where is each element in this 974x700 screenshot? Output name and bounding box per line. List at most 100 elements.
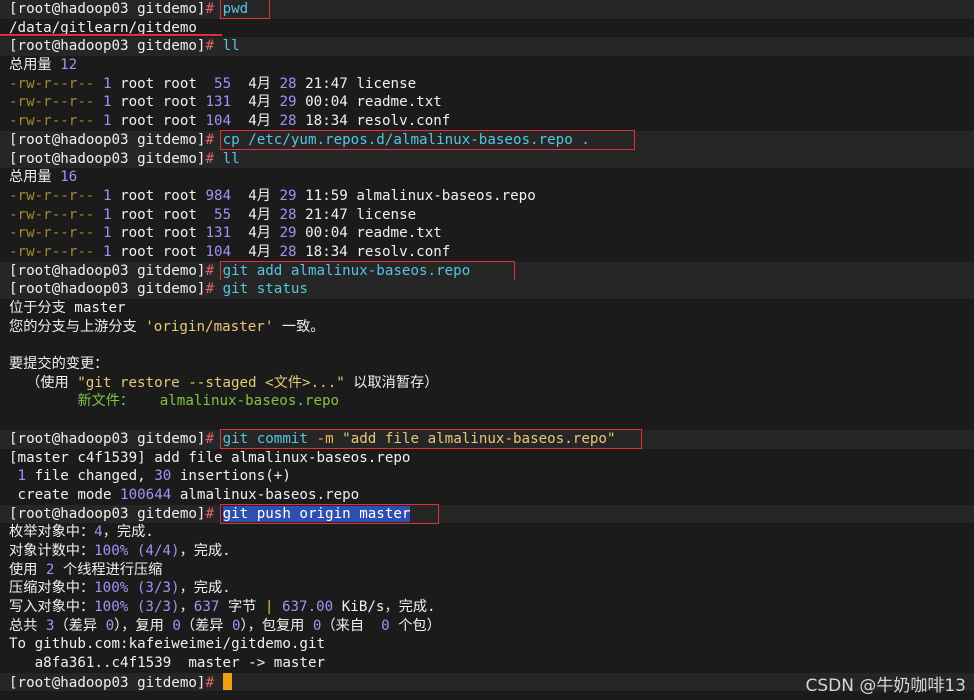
file-size: 104: [205, 113, 232, 130]
file-links: 1: [102, 225, 112, 242]
terminal-line: [root@hadoop03 gitdemo]# git status: [0, 280, 974, 299]
output-text: create mode: [9, 486, 121, 503]
output-text: 您的分支与上游分支: [9, 318, 146, 335]
terminal[interactable]: [root@hadoop03 gitdemo]# pwd/data/gitlea…: [0, 0, 974, 692]
red-highlight-box: [220, 503, 439, 524]
file-name: almalinux-baseos.repo: [356, 187, 536, 204]
output-text: file changed,: [26, 468, 155, 485]
number: 100%: [94, 599, 129, 615]
file-name: readme.txt: [356, 225, 442, 242]
output-text: ），复用: [114, 617, 173, 634]
file-month: 4月: [248, 243, 271, 260]
shell-prompt: [root@hadoop03 gitdemo]: [9, 150, 206, 167]
command-text: git status: [222, 281, 308, 298]
prompt-hash: #: [205, 150, 215, 167]
number: 100%: [94, 542, 129, 559]
file-day: 29: [279, 94, 297, 111]
file-size: 55: [205, 75, 232, 92]
file-links: 1: [102, 94, 112, 111]
file-day: 29: [279, 225, 297, 242]
file-month: 4月: [248, 225, 271, 242]
file-owner: root root: [120, 94, 197, 111]
terminal-line: -rw-r--r-- 1 root root 55 4月 28 21:47 li…: [0, 75, 974, 94]
output-text: ，: [179, 599, 194, 615]
terminal-line: 使用 2 个线程进行压缩: [0, 561, 974, 580]
terminal-line: To github.com:kafeiweimei/gitdemo.git: [0, 635, 974, 654]
command-text: ll: [222, 38, 240, 55]
number: 0: [381, 617, 390, 634]
output-text: a8fa361..c4f1539 master -> master: [9, 655, 326, 672]
file-permissions: -rw-r--r--: [9, 113, 95, 130]
file-permissions: -rw-r--r--: [9, 75, 95, 92]
output-text: （使用: [9, 374, 78, 391]
output-text: （差异: [54, 617, 106, 634]
number: 637: [193, 599, 220, 615]
file-name: resolv.conf: [356, 243, 451, 260]
output-text: insertions(+): [171, 468, 291, 485]
output-text: 使用: [9, 561, 46, 578]
file-owner: root root: [120, 243, 197, 260]
file-time: 00:04: [305, 94, 348, 111]
red-highlight-box: [220, 260, 515, 281]
prompt-hash: #: [205, 38, 215, 55]
output-text: ，完成.: [179, 580, 231, 597]
terminal-line: 要提交的变更：: [0, 355, 974, 374]
number: 100%: [94, 580, 129, 597]
output-text: ），包复用: [240, 617, 313, 634]
output-text: almalinux-baseos.repo: [171, 486, 360, 503]
shell-prompt: [root@hadoop03 gitdemo]: [9, 430, 206, 447]
output-text: 写入对象中：: [9, 599, 95, 615]
number: 0: [105, 617, 115, 634]
file-owner: root root: [120, 75, 197, 92]
text-cursor[interactable]: [222, 672, 232, 690]
output-text: 个线程进行压缩: [54, 561, 163, 578]
hint-command: "git restore --staged <文件>...": [77, 374, 345, 391]
terminal-line: （使用 "git restore --staged <文件>..." 以取消暂存…: [0, 374, 974, 393]
terminal-line: create mode 100644 almalinux-baseos.repo: [0, 486, 974, 505]
number: 0: [231, 617, 241, 634]
output-text: 总共: [9, 617, 46, 634]
file-name: license: [356, 75, 417, 92]
red-highlight-box: [220, 428, 642, 449]
shell-prompt: [root@hadoop03 gitdemo]: [9, 38, 206, 55]
file-size: 131: [205, 94, 232, 111]
file-time: 21:47: [305, 206, 348, 223]
file-day: 28: [279, 243, 297, 260]
total-label: 总用量: [9, 57, 52, 74]
pwd-output-underline: [0, 34, 222, 36]
shell-prompt: [root@hadoop03 gitdemo]: [9, 131, 206, 148]
terminal-line: [master c4f1539] add file almalinux-base…: [0, 449, 974, 468]
terminal-line: [root@hadoop03 gitdemo]# ll: [0, 37, 974, 57]
file-day: 28: [279, 113, 297, 130]
new-file-label: 新文件：: [9, 393, 160, 410]
file-links: 1: [102, 113, 112, 130]
prompt-hash: #: [205, 674, 215, 691]
file-size: 984: [205, 187, 232, 204]
shell-prompt: [root@hadoop03 gitdemo]: [9, 281, 206, 298]
file-size: 104: [205, 243, 232, 260]
number: (4/4): [136, 542, 180, 559]
terminal-line: -rw-r--r-- 1 root root 984 4月 29 11:59 a…: [0, 187, 974, 206]
output-text: 位于分支 master: [9, 300, 126, 316]
total-value: 16: [60, 169, 78, 186]
terminal-line: [root@hadoop03 gitdemo]# pwd: [0, 0, 974, 19]
output-text: [master c4f1539] add file almalinux-base…: [9, 449, 411, 466]
file-name: license: [356, 206, 417, 223]
terminal-line: [root@hadoop03 gitdemo]# cp /etc/yum.rep…: [0, 129, 974, 150]
file-month: 4月: [248, 206, 271, 223]
file-month: 4月: [248, 75, 271, 92]
prompt-hash: #: [205, 281, 215, 298]
number: 637.00: [281, 599, 334, 615]
terminal-line: 总共 3（差异 0），复用 0（差异 0），包复用 0（来自 0 个包）: [0, 617, 974, 636]
prompt-hash: #: [205, 262, 215, 279]
file-links: 1: [102, 206, 112, 223]
prompt-hash: #: [205, 430, 215, 447]
terminal-line: 您的分支与上游分支 'origin/master' 一致。: [0, 318, 974, 337]
file-day: 28: [279, 75, 297, 92]
output-text: 对象计数中：: [9, 542, 95, 559]
output-text: 一致。: [273, 318, 325, 335]
file-owner: root root: [120, 113, 197, 130]
terminal-line: 新文件： almalinux-baseos.repo: [0, 392, 974, 411]
